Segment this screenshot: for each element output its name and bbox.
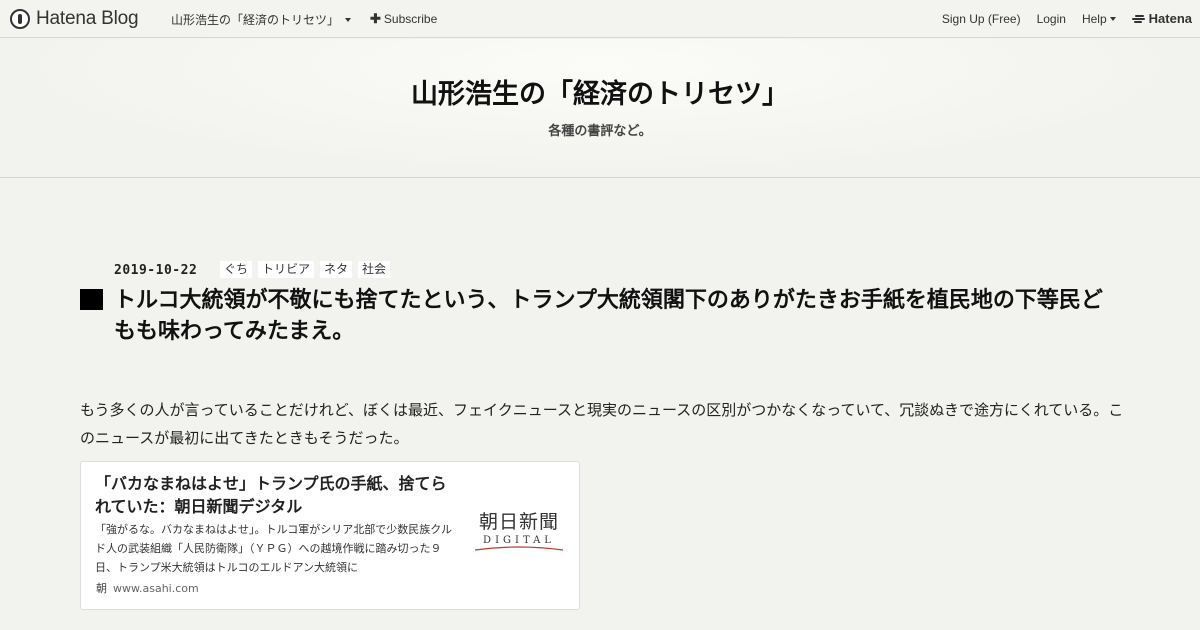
chevron-down-icon <box>345 17 352 22</box>
site-favicon-icon: 朝 <box>96 582 107 595</box>
entry-body: もう多くの人が言っていることだけれど、ぼくは最近、フェイクニュースと現実のニュー… <box>80 401 1124 447</box>
blog-selector-label: 山形浩生の「経済のトリセツ」 <box>171 13 340 27</box>
blog-description: 各種の書評など。 <box>548 124 652 139</box>
entry-date[interactable]: 2019-10-22 <box>114 263 197 278</box>
entry-title[interactable]: トルコ大統領が不敬にも捨てたという、トランプ大統領閣下のありがたきお手紙を植民地… <box>114 285 1114 347</box>
hatena-mark-icon <box>1131 14 1146 24</box>
subscribe-button[interactable]: ✚ Subscribe <box>370 11 437 27</box>
link-embed-card[interactable]: 「バカなまねはよせ」トランプ氏の手紙、捨てられていた：朝日新聞デジタル 「強がる… <box>80 461 580 610</box>
embed-source-domain: www.asahi.com <box>113 582 199 595</box>
blog-selector[interactable]: 山形浩生の「経済のトリセツ」 <box>171 11 352 28</box>
hatena-corp-label: Hatena <box>1148 11 1192 26</box>
asahi-digital-logo: 朝日新聞 DIGITAL <box>469 507 569 552</box>
embed-excerpt: 「強がるな。バカなまねはよせ」。トルコ軍がシリア北部で少数民族クルド人の武装組織… <box>95 523 452 574</box>
help-label: Help <box>1081 11 1107 26</box>
subscribe-label: Subscribe <box>383 12 438 26</box>
hatena-blog-icon <box>10 9 30 29</box>
blog-header: 山形浩生の「経済のトリセツ」 各種の書評など。 <box>0 39 1200 178</box>
category-tag[interactable]: 社会 <box>358 261 391 278</box>
category-tag[interactable]: トリビア <box>258 261 315 278</box>
embed-source[interactable]: 朝 www.asahi.com <box>95 582 199 595</box>
global-nav: Sign Up (Free) Login Help Hatena <box>942 11 1192 26</box>
entry-categories: ぐち トリビア ネタ 社会 <box>220 261 391 278</box>
signup-link[interactable]: Sign Up (Free) <box>942 12 1021 26</box>
logo-kanji: 朝日新聞 <box>478 511 559 533</box>
title-square-icon <box>80 289 103 310</box>
login-link[interactable]: Login <box>1037 12 1066 26</box>
global-header: Hatena Blog 山形浩生の「経済のトリセツ」 ✚ Subscribe S… <box>0 0 1200 38</box>
help-menu[interactable]: Help <box>1082 12 1116 26</box>
chevron-down-icon <box>1109 16 1116 21</box>
embed-title[interactable]: 「バカなまねはよせ」トランプ氏の手紙、捨てられていた：朝日新聞デジタル <box>95 472 455 518</box>
blog-title[interactable]: 山形浩生の「経済のトリセツ」 <box>0 72 1200 111</box>
hatena-blog-logo[interactable]: Hatena Blog <box>10 7 139 31</box>
category-tag[interactable]: ぐち <box>220 261 253 278</box>
hatena-corp-logo[interactable]: Hatena <box>1131 11 1192 26</box>
plus-icon: ✚ <box>370 11 381 26</box>
category-tag[interactable]: ネタ <box>320 261 353 278</box>
logo-digital: DIGITAL <box>483 535 555 546</box>
logo-swoosh-icon <box>474 546 564 551</box>
brand-text: Hatena Blog <box>36 8 139 29</box>
